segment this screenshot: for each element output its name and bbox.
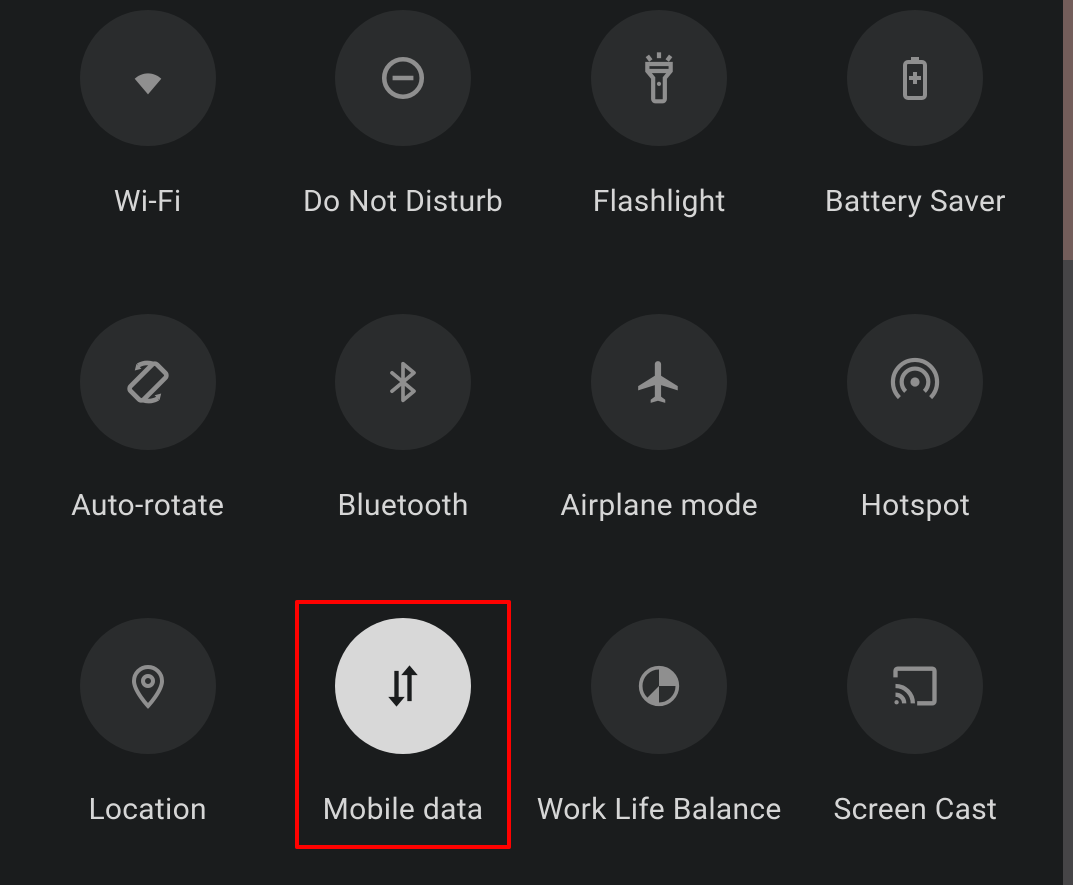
tile-dnd[interactable]: Do Not Disturb (275, 10, 530, 219)
bluetooth-icon (335, 314, 471, 450)
tile-work-life[interactable]: Work Life Balance (531, 618, 788, 827)
mobile-data-icon (335, 618, 471, 754)
tile-label: Hotspot (860, 488, 970, 523)
wifi-icon (80, 10, 216, 146)
tile-label: Work Life Balance (537, 792, 782, 827)
tile-screen-cast[interactable]: Screen Cast (788, 618, 1043, 827)
tile-label: Flashlight (593, 184, 726, 219)
tile-label: Do Not Disturb (303, 184, 503, 219)
location-icon (80, 618, 216, 754)
tile-wifi[interactable]: Wi-Fi (20, 10, 275, 219)
work-life-icon (591, 618, 727, 754)
tile-battery-saver[interactable]: Battery Saver (788, 10, 1043, 219)
tile-label: Auto-rotate (71, 488, 224, 523)
screen-cast-icon (847, 618, 983, 754)
tile-mobile-data[interactable]: Mobile data (295, 600, 511, 849)
tile-label: Location (88, 792, 206, 827)
tile-label: Airplane mode (560, 488, 758, 523)
airplane-icon (591, 314, 727, 450)
tile-label: Mobile data (323, 792, 484, 827)
tile-hotspot[interactable]: Hotspot (788, 314, 1043, 523)
quick-settings-grid: Wi-Fi Do Not Disturb (20, 10, 1043, 849)
side-strip (1063, 0, 1073, 885)
tile-label: Bluetooth (337, 488, 468, 523)
battery-saver-icon (847, 10, 983, 146)
tile-label: Screen Cast (833, 792, 997, 827)
tile-airplane[interactable]: Airplane mode (531, 314, 788, 523)
auto-rotate-icon (80, 314, 216, 450)
tile-flashlight[interactable]: Flashlight (531, 10, 788, 219)
tile-location[interactable]: Location (20, 618, 275, 827)
flashlight-icon (591, 10, 727, 146)
tile-label: Battery Saver (825, 184, 1006, 219)
tile-label: Wi-Fi (114, 184, 182, 219)
tile-auto-rotate[interactable]: Auto-rotate (20, 314, 275, 523)
hotspot-icon (847, 314, 983, 450)
quick-settings-panel: Wi-Fi Do Not Disturb (0, 0, 1063, 885)
tile-bluetooth[interactable]: Bluetooth (275, 314, 530, 523)
dnd-icon (335, 10, 471, 146)
